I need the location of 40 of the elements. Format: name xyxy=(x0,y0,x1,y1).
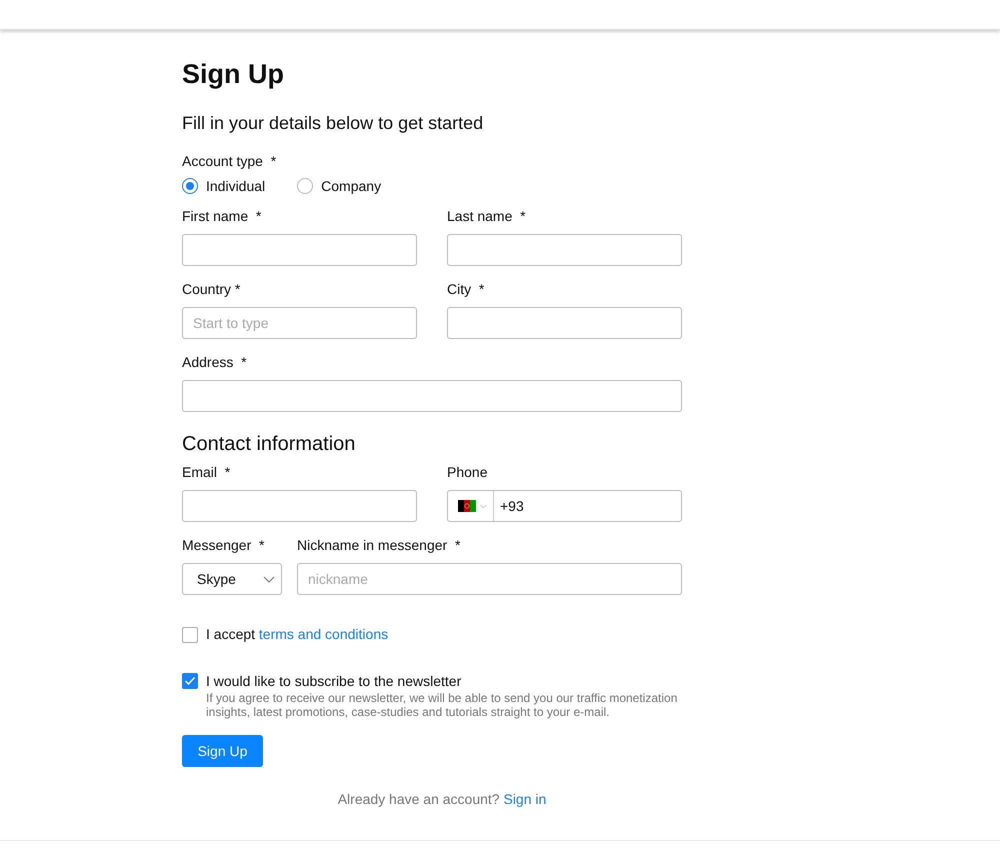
field-label: Phone xyxy=(447,464,488,481)
input-field[interactable] xyxy=(182,234,417,266)
field-label: Email * xyxy=(182,464,232,481)
subtitle: Fill in your details below to get started xyxy=(182,112,484,134)
field-label: City * xyxy=(447,281,486,298)
newsletter-description: If you agree to receive our newsletter, we will be able to send you our traffic monetization insights, latest promotions, case-studies and tutorials straight to your e-mail. xyxy=(206,691,678,719)
terms-link[interactable]: terms and conditions xyxy=(258,626,388,642)
field-label: Messenger * xyxy=(182,537,266,554)
input-field[interactable]: nickname xyxy=(297,563,682,595)
section-heading: Contact information xyxy=(182,432,356,456)
field-label: Nickname in messenger * xyxy=(297,537,462,554)
field-label: Account type * xyxy=(182,153,278,170)
chevron-down-icon xyxy=(263,576,275,582)
input-field[interactable] xyxy=(182,380,682,412)
flag-icon xyxy=(458,500,476,512)
checkbox-label: I would like to subscribe to the newsletter xyxy=(206,673,462,690)
field-label: Country * xyxy=(182,281,242,298)
phone-value: +93 xyxy=(499,498,524,514)
radio-label: Company xyxy=(321,178,382,194)
input-field[interactable] xyxy=(182,490,417,522)
chevron-down-icon[interactable] xyxy=(480,504,487,508)
input-field[interactable]: Start to type xyxy=(182,307,417,339)
checkbox-label: I accept terms and conditions xyxy=(206,626,388,643)
radio-label: Individual xyxy=(206,178,266,194)
page-title: Sign Up xyxy=(182,58,285,90)
input-field[interactable] xyxy=(447,307,682,339)
messenger-dropdown[interactable]: Skype xyxy=(182,563,282,595)
phone-field[interactable]: +93 xyxy=(447,490,682,522)
radio-button[interactable] xyxy=(297,178,314,194)
checkmark-icon xyxy=(184,676,196,686)
field-label: First name * xyxy=(182,208,262,225)
input-field[interactable] xyxy=(447,234,682,266)
sign-up-button[interactable]: Sign Up xyxy=(182,735,263,767)
checkbox[interactable] xyxy=(182,626,198,642)
checkbox[interactable] xyxy=(182,673,198,689)
radio-button[interactable] xyxy=(182,178,198,194)
field-label: Address * xyxy=(182,354,248,371)
sign-in-prompt: Already have an account? Sign in xyxy=(338,791,546,807)
field-label: Last name * xyxy=(447,208,527,225)
sign-in-link[interactable]: Sign in xyxy=(503,791,546,807)
